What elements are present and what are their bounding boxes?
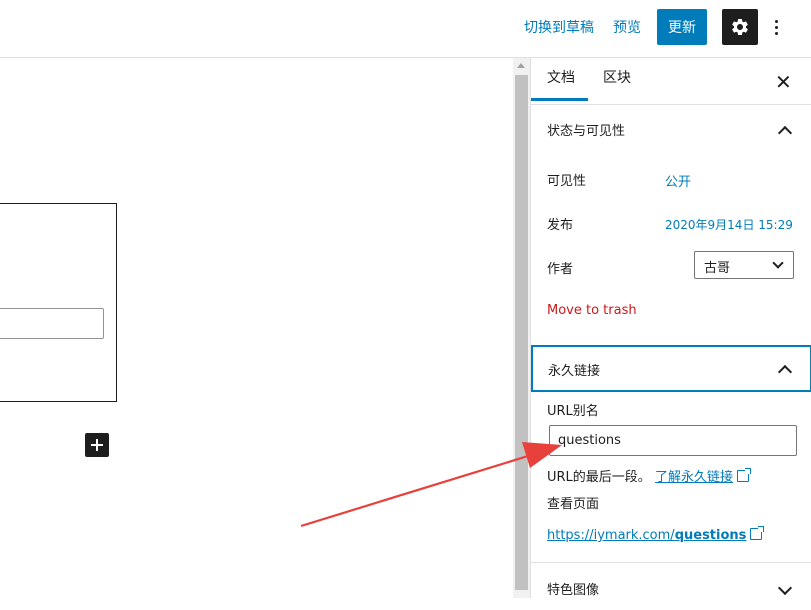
scrollbar-thumb[interactable]: [515, 75, 528, 590]
close-sidebar-icon[interactable]: ✕: [775, 72, 792, 92]
switch-to-draft-button[interactable]: 切换到草稿: [524, 18, 594, 38]
block-text-input[interactable]: [0, 308, 104, 339]
external-link-icon: [736, 468, 751, 482]
permalink-panel-toggle[interactable]: 永久链接: [531, 345, 811, 392]
block-inserter-button[interactable]: [85, 433, 109, 457]
tab-block[interactable]: 区块: [603, 58, 631, 102]
editor-header: 切换到草稿 预览 更新: [0, 0, 811, 58]
permalink-help-text: URL的最后一段。: [547, 470, 651, 485]
tab-document[interactable]: 文档: [547, 58, 575, 102]
permalink-title: 永久链接: [548, 364, 601, 379]
visibility-label: 可见性: [547, 174, 587, 189]
page-url-base: https://iymark.com/: [547, 528, 675, 543]
settings-button[interactable]: [722, 9, 758, 45]
gear-icon: [732, 18, 748, 35]
chevron-up-icon: [777, 364, 793, 380]
more-dot-icon: [774, 25, 778, 29]
status-visibility-panel-toggle[interactable]: 状态与可见性: [531, 106, 811, 153]
author-select[interactable]: 古哥: [694, 251, 794, 279]
chevron-down-icon: [772, 257, 784, 269]
more-options-button[interactable]: [766, 9, 786, 45]
more-dot-icon: [774, 19, 778, 23]
tabs-divider: [531, 104, 811, 105]
chevron-down-icon: [777, 580, 793, 596]
chevron-up-icon: [777, 125, 793, 141]
preview-button[interactable]: 预览: [613, 18, 641, 38]
visibility-toggle[interactable]: 公开: [665, 171, 691, 190]
scroll-up-arrow-icon[interactable]: [517, 63, 525, 68]
author-label: 作者: [547, 262, 574, 277]
update-button[interactable]: 更新: [657, 9, 707, 45]
selected-block[interactable]: [0, 203, 117, 402]
permalink-help: URL的最后一段。 了解永久链接: [547, 466, 751, 485]
view-page-label: 查看页面: [547, 497, 600, 512]
status-visibility-title: 状态与可见性: [547, 124, 626, 139]
url-slug-input[interactable]: [549, 425, 797, 456]
page-url-slug: questions: [674, 528, 747, 543]
page-url-link[interactable]: https://iymark.com/questions: [547, 526, 765, 543]
move-to-trash-button[interactable]: Move to trash: [547, 303, 637, 318]
external-link-icon: [750, 526, 765, 540]
featured-image-panel-toggle[interactable]: 特色图像: [531, 563, 811, 610]
publish-label: 发布: [547, 218, 574, 233]
update-button-label: 更新: [668, 20, 696, 36]
active-tab-indicator: [531, 98, 588, 101]
settings-sidebar: 文档 区块 ✕ 状态与可见性 可见性 公开 发布 2020年9月14日 15:2…: [530, 58, 811, 598]
publish-date-toggle[interactable]: 2020年9月14日 15:29: [665, 216, 793, 233]
url-slug-label: URL别名: [547, 404, 599, 419]
featured-image-title: 特色图像: [547, 583, 600, 598]
more-dot-icon: [774, 31, 778, 35]
author-select-value: 古哥: [704, 261, 731, 276]
learn-permalinks-link[interactable]: 了解永久链接: [655, 470, 733, 485]
